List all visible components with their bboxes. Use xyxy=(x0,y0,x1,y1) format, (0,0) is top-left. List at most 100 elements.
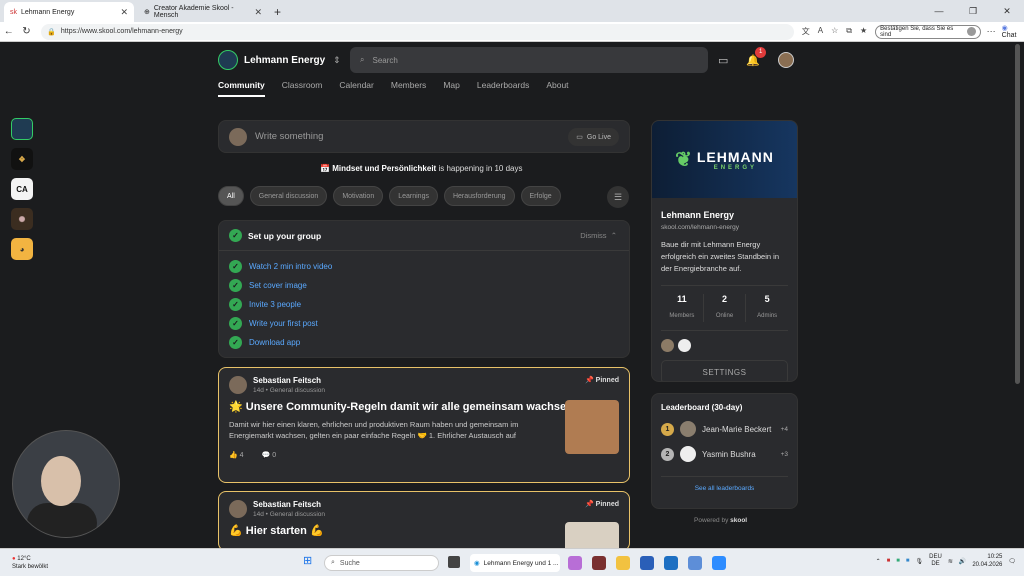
leaderboard-row[interactable]: 1 Jean-Marie Beckert +4 xyxy=(661,421,788,437)
chevron-up-icon[interactable]: ⌃ xyxy=(876,558,881,565)
store-icon[interactable] xyxy=(640,556,654,570)
browser-tab-creator[interactable]: ⊕ Creator Akademie Skool - Mensch ✕ xyxy=(138,2,268,22)
chip-learnings[interactable]: Learnings xyxy=(389,186,438,206)
browser-tab-lehmann[interactable]: sk Lehmann Energy ✕ xyxy=(4,2,134,22)
folder-icon[interactable] xyxy=(616,556,630,570)
post-author[interactable]: Sebastian Feitsch xyxy=(253,376,325,385)
post-composer[interactable]: Write something ▭ Go Live xyxy=(218,120,630,153)
tray-app-icon[interactable]: ■ xyxy=(896,558,900,564)
avatar[interactable] xyxy=(661,339,674,352)
dismiss-button[interactable]: Dismiss ⌃ xyxy=(580,231,617,240)
new-tab-button[interactable]: + xyxy=(274,5,281,19)
microphone-icon[interactable]: 🎙 xyxy=(916,558,924,565)
taskbar-search[interactable]: ⌕ Suche xyxy=(324,555,439,571)
group-icon-ca[interactable]: CA xyxy=(11,178,33,200)
close-icon[interactable]: ✕ xyxy=(254,7,262,18)
settings-button[interactable]: SETTINGS xyxy=(661,360,788,381)
tab-map[interactable]: Map xyxy=(443,80,460,97)
tab-leaderboards[interactable]: Leaderboards xyxy=(477,80,529,97)
group-name[interactable]: Lehmann Energy xyxy=(244,55,325,66)
go-live-button[interactable]: ▭ Go Live xyxy=(568,128,619,146)
language-indicator[interactable]: DEU DE xyxy=(929,554,942,568)
leaderboard-row[interactable]: 2 Yasmin Bushra +3 xyxy=(661,446,788,462)
setup-step[interactable]: ✓ Watch 2 min intro video xyxy=(229,257,629,276)
favorite-star-icon[interactable]: ☆ xyxy=(831,26,838,37)
tab-about[interactable]: About xyxy=(546,80,568,97)
group-icon-emblem[interactable]: ✺ xyxy=(11,208,33,230)
more-icon[interactable]: ⋯ xyxy=(987,26,996,37)
post-card[interactable]: Sebastian Feitsch 14d • General discussi… xyxy=(218,367,630,483)
chevron-updown-icon[interactable]: ⇕ xyxy=(333,55,341,66)
post-thumbnail[interactable] xyxy=(565,400,619,454)
post-title[interactable]: 🌟 Unsere Community-Regeln damit wir alle… xyxy=(229,400,619,413)
setup-step[interactable]: ✓ Set cover image xyxy=(229,276,629,295)
volume-icon[interactable]: 🔊 xyxy=(959,558,966,565)
stat-admins[interactable]: 5 Admins xyxy=(746,294,788,322)
see-all-leaderboards-link[interactable]: See all leaderboards xyxy=(661,476,788,492)
url-field[interactable]: 🔒 https://www.skool.com/lehmann-energy xyxy=(41,23,794,40)
chip-herausforderung[interactable]: Herausforderung xyxy=(443,186,515,206)
close-window-icon[interactable]: ✕ xyxy=(990,0,1024,22)
favorites-icon[interactable]: ★ xyxy=(860,26,867,37)
maximize-icon[interactable]: ❐ xyxy=(956,0,990,22)
setup-step[interactable]: ✓ Invite 3 people xyxy=(229,295,629,314)
zoom-icon[interactable] xyxy=(712,556,726,570)
chat-icon[interactable]: ▭ xyxy=(718,54,728,67)
close-icon[interactable]: ✕ xyxy=(120,7,128,18)
translate-icon[interactable]: 文 xyxy=(802,26,810,37)
weather-widget[interactable]: ● 12°C Stark bewölkt xyxy=(12,555,48,571)
avatar[interactable] xyxy=(678,339,691,352)
reload-icon[interactable]: ↻ xyxy=(18,26,36,37)
start-icon[interactable]: ⊞ xyxy=(303,554,312,567)
tab-classroom[interactable]: Classroom xyxy=(282,80,323,97)
post-author[interactable]: Sebastian Feitsch xyxy=(253,500,325,509)
filter-icon[interactable]: ☰ xyxy=(607,186,629,208)
post-card[interactable]: Sebastian Feitsch 14d • General discussi… xyxy=(218,491,630,548)
settings-icon[interactable] xyxy=(688,556,702,570)
setup-step[interactable]: ✓ Write your first post xyxy=(229,314,629,333)
group-icon-cat[interactable]: ◕ xyxy=(11,238,33,260)
clock[interactable]: 10:25 20.04.2026 xyxy=(972,553,1002,569)
tray-app-icon[interactable]: ■ xyxy=(906,558,910,564)
scrollbar[interactable] xyxy=(1015,44,1020,384)
chip-erfolge[interactable]: Erfolge xyxy=(520,186,561,206)
copilot-app-icon[interactable] xyxy=(568,556,582,570)
event-banner[interactable]: 📅 Mindset und Persönlichkeit is happenin… xyxy=(320,164,523,173)
tab-members[interactable]: Members xyxy=(391,80,426,97)
minimize-icon[interactable]: — xyxy=(922,0,956,22)
powered-by[interactable]: Powered by skool xyxy=(694,517,747,524)
group-url[interactable]: skool.com/lehmann-energy xyxy=(661,224,797,231)
wifi-icon[interactable]: ≋ xyxy=(948,558,953,565)
read-aloud-icon[interactable]: A xyxy=(818,26,823,37)
bell-icon[interactable]: 🔔 1 xyxy=(746,46,767,67)
profile-confirm-button[interactable]: Bestätigen Sie, dass Sie es sind xyxy=(875,24,981,39)
setup-step[interactable]: ✓ Download app xyxy=(229,333,629,352)
chip-general-discussion[interactable]: General discussion xyxy=(249,186,328,206)
chip-all[interactable]: All xyxy=(218,186,244,206)
tab-calendar[interactable]: Calendar xyxy=(339,80,374,97)
stat-members[interactable]: 11 Members xyxy=(661,294,704,322)
taskbar-active-edge[interactable]: ◉ Lehmann Energy und 1 ... xyxy=(470,554,560,572)
extensions-icon[interactable]: ⧉ xyxy=(846,26,852,37)
setup-header[interactable]: ✓ Set up your group Dismiss ⌃ xyxy=(219,221,629,251)
copilot-chat-button[interactable]: ◉ Chat xyxy=(1002,24,1024,39)
stat-online[interactable]: 2 Online xyxy=(704,294,747,322)
group-icon-wings[interactable]: ❖ xyxy=(11,148,33,170)
app-icon[interactable] xyxy=(592,556,606,570)
tab-community[interactable]: Community xyxy=(218,80,265,97)
post-title[interactable]: 💪 Hier starten 💪 xyxy=(229,524,619,537)
comment-button[interactable]: 💬 0 xyxy=(262,451,277,459)
group-logo[interactable] xyxy=(218,50,238,70)
avatar[interactable] xyxy=(778,52,795,68)
notification-icon[interactable]: 🗨 xyxy=(1008,558,1016,565)
like-button[interactable]: 👍 4 xyxy=(229,451,244,459)
chip-motivation[interactable]: Motivation xyxy=(333,186,384,206)
avatar[interactable] xyxy=(229,500,247,518)
search-input[interactable]: ⌕ Search xyxy=(350,47,708,73)
group-icon-lehmann[interactable] xyxy=(11,118,33,140)
post-thumbnail[interactable] xyxy=(565,522,619,548)
outlook-icon[interactable] xyxy=(664,556,678,570)
file-explorer-icon[interactable] xyxy=(448,556,460,568)
avatar[interactable] xyxy=(229,376,247,394)
back-icon[interactable]: ← xyxy=(0,26,18,37)
